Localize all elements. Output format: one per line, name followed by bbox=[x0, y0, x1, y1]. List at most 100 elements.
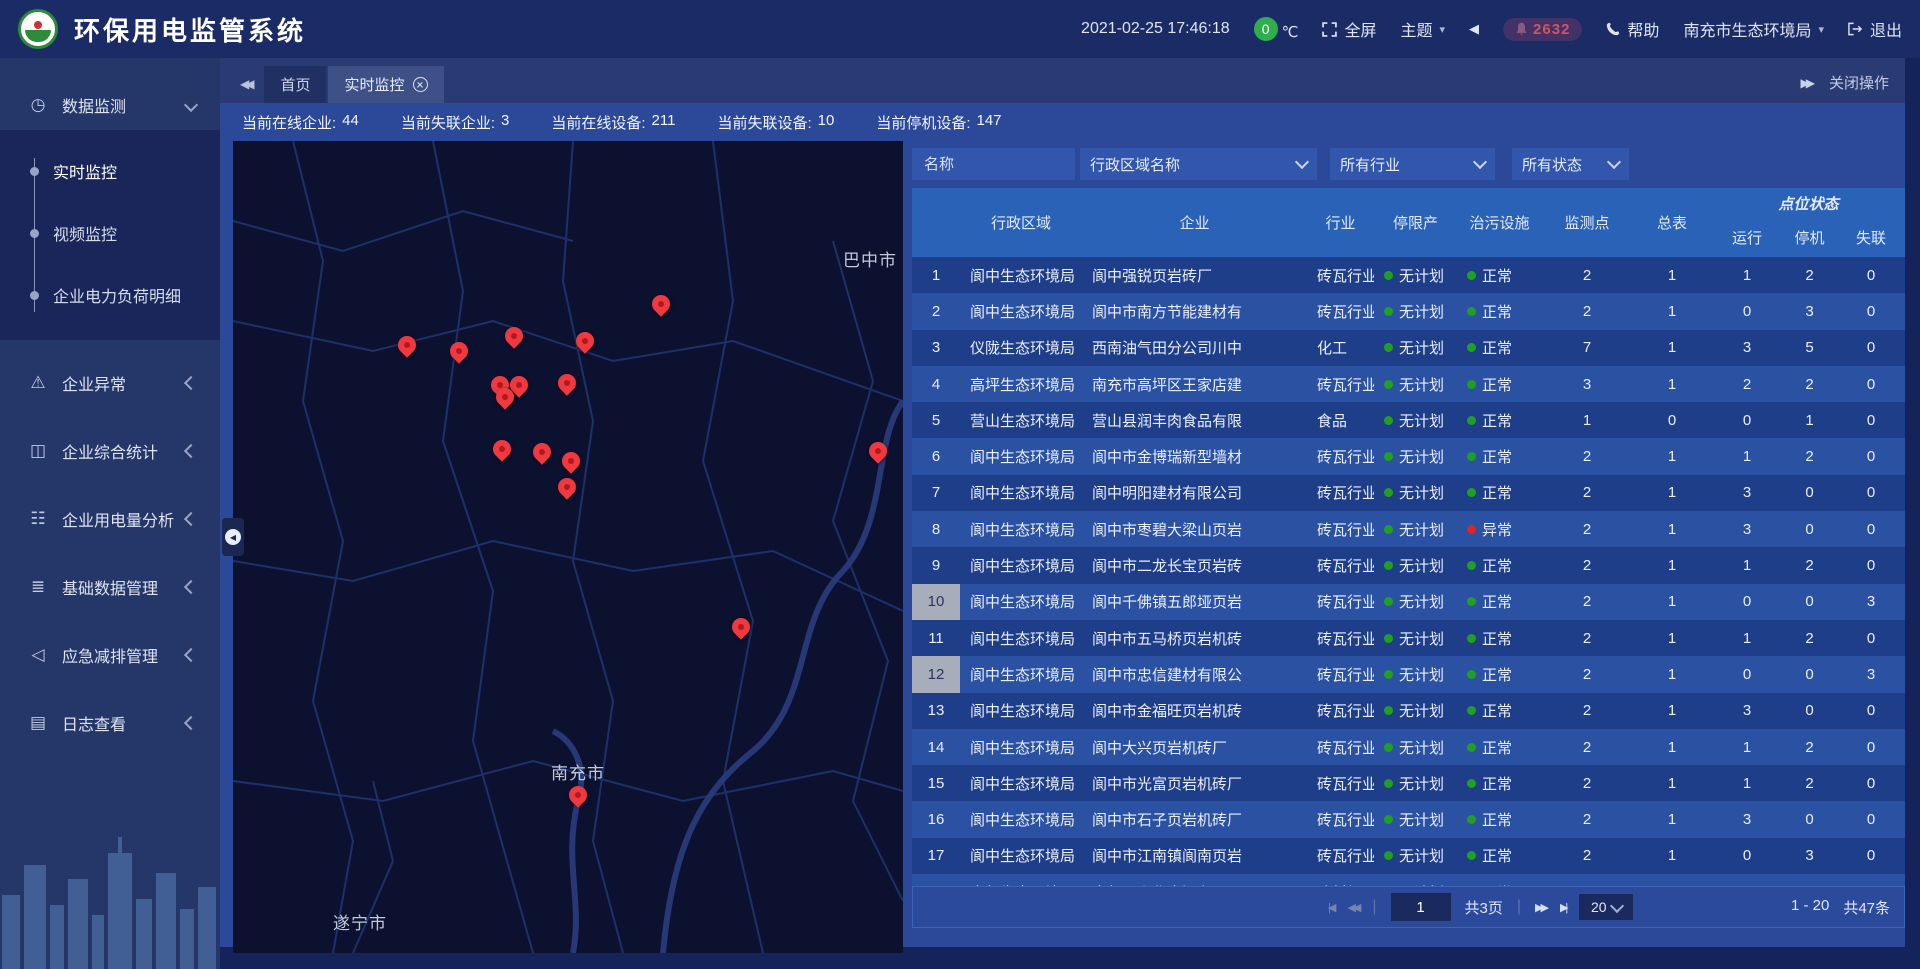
tab-scroll-left-icon[interactable]: ◀◀ bbox=[240, 77, 250, 91]
table-header: 行政区域 企业 行业 停限产 治污设施 监测点 总表 点位状态 运行 停机 失联 bbox=[912, 188, 1905, 257]
table-row[interactable]: 4高坪生态环境局南充市高坪区王家店建砖瓦行业无计划正常31220 bbox=[912, 366, 1905, 402]
sidebar-submenu: 实时监控视频监控企业电力负荷明细 bbox=[0, 130, 220, 340]
status-dot-icon bbox=[1467, 706, 1476, 715]
status-dot-icon bbox=[1384, 452, 1393, 461]
close-operations-button[interactable]: 关闭操作 bbox=[1829, 72, 1889, 93]
cell-meter-count: 1 bbox=[1632, 765, 1712, 801]
sidebar-item[interactable]: ⚠企业异常 bbox=[0, 358, 220, 408]
table-row[interactable]: 6阆中生态环境局阆中市金博瑞新型墙材砖瓦行业无计划正常21120 bbox=[912, 438, 1905, 474]
table-row[interactable]: 5营山生态环境局营山县润丰肉食品有限食品无计划正常10010 bbox=[912, 402, 1905, 438]
industry-select-value: 所有行业 bbox=[1340, 154, 1400, 175]
cell-region: 阆中生态环境局 bbox=[960, 257, 1082, 293]
sidebar-item[interactable]: ◷数据监测 bbox=[0, 80, 220, 130]
stat-label: 当前失联企业: bbox=[401, 112, 495, 133]
cell-lost-count: 0 bbox=[1837, 765, 1905, 801]
cell-run-count: 0 bbox=[1712, 293, 1782, 329]
fullscreen-button[interactable]: 全屏 bbox=[1322, 17, 1376, 41]
layers-icon: ≣ bbox=[26, 577, 50, 597]
org-dropdown[interactable]: 南充市生态环境局 ▾ bbox=[1683, 17, 1824, 41]
status-dot-icon bbox=[1467, 525, 1476, 534]
name-search-input-box[interactable] bbox=[912, 148, 1075, 180]
table-row[interactable]: 15阆中生态环境局阆中市光富页岩机砖厂砖瓦行业无计划正常21120 bbox=[912, 765, 1905, 801]
cell-plan-status: 无计划 bbox=[1374, 475, 1457, 511]
sidebar-item[interactable]: ◫企业综合统计 bbox=[0, 426, 220, 476]
help-button[interactable]: 帮助 bbox=[1606, 17, 1659, 41]
map[interactable]: 巴中市南充市遂宁市 bbox=[233, 141, 903, 953]
cell-run-count: 3 bbox=[1712, 475, 1782, 511]
table-row[interactable]: 1阆中生态环境局阆中强锐页岩砖厂砖瓦行业无计划正常21120 bbox=[912, 257, 1905, 293]
status-select[interactable]: 所有状态 bbox=[1512, 148, 1629, 180]
table-row[interactable]: 2阆中生态环境局阆中市南方节能建材有砖瓦行业无计划正常21030 bbox=[912, 293, 1905, 329]
close-icon[interactable] bbox=[413, 77, 428, 92]
cell-stop-count: 0 bbox=[1782, 584, 1837, 620]
tab-home[interactable]: 首页 bbox=[264, 66, 326, 103]
stat-item: 当前停机设备:147 bbox=[876, 112, 1001, 133]
cell-facility-status: 正常 bbox=[1457, 656, 1542, 692]
stat-value: 211 bbox=[652, 112, 676, 133]
cell-facility-status: 正常 bbox=[1457, 801, 1542, 837]
sidebar-item[interactable]: ▤日志查看 bbox=[0, 698, 220, 748]
cell-lost-count: 0 bbox=[1837, 293, 1905, 329]
cell-monitor-count: 2 bbox=[1542, 620, 1632, 656]
table-row[interactable]: 3仪陇生态环境局西南油气田分公司川中化工无计划正常71350 bbox=[912, 330, 1905, 366]
tab-scroll-right-icon[interactable]: ▶▶ bbox=[1801, 76, 1811, 90]
table-row[interactable]: 13阆中生态环境局阆中市金福旺页岩机砖砖瓦行业无计划正常21300 bbox=[912, 693, 1905, 729]
table-row[interactable]: 9阆中生态环境局阆中市二龙长宝页岩砖砖瓦行业无计划正常21120 bbox=[912, 547, 1905, 583]
logout-button[interactable]: 退出 bbox=[1848, 17, 1902, 41]
bullet-icon bbox=[30, 291, 39, 300]
sidebar-item[interactable]: ≣基础数据管理 bbox=[0, 562, 220, 612]
table-row[interactable]: 17阆中生态环境局阆中市江南镇阆南页岩砖瓦行业无计划正常21030 bbox=[912, 838, 1905, 874]
cell-meter-count: 1 bbox=[1632, 511, 1712, 547]
sidebar-subitem[interactable]: 实时监控 bbox=[0, 140, 220, 202]
table-row[interactable]: 14阆中生态环境局阆中大兴页岩机砖厂砖瓦行业无计划正常21120 bbox=[912, 729, 1905, 765]
notification-badge[interactable]: 2632 bbox=[1503, 18, 1582, 41]
cell-plan-status: 无计划 bbox=[1374, 293, 1457, 329]
column-lost: 失联 bbox=[1837, 218, 1905, 257]
table-row[interactable]: 10阆中生态环境局阆中千佛镇五郎垭页岩砖瓦行业无计划正常21003 bbox=[912, 584, 1905, 620]
group-label: 点位状态 bbox=[1712, 188, 1905, 218]
status-dot-icon bbox=[1384, 779, 1393, 788]
cell-plan-status: 无计划 bbox=[1374, 620, 1457, 656]
name-search-input[interactable] bbox=[922, 155, 1065, 174]
cell-plan-status: 无计划 bbox=[1374, 547, 1457, 583]
tab-realtime-monitor[interactable]: 实时监控 bbox=[328, 66, 443, 103]
stat-label: 当前失联设备: bbox=[717, 112, 811, 133]
sidebar-subitem[interactable]: 视频监控 bbox=[0, 202, 220, 264]
region-select[interactable]: 行政区域名称 bbox=[1080, 148, 1317, 180]
column-index bbox=[912, 188, 960, 257]
bell-icon bbox=[1515, 22, 1528, 36]
sidebar-collapse-handle[interactable]: ◀ bbox=[222, 518, 244, 556]
cell-industry: 砖瓦行业 bbox=[1307, 656, 1374, 692]
sidebar-item[interactable]: ◁应急减排管理 bbox=[0, 630, 220, 680]
table-row[interactable]: 7阆中生态环境局阆中明阳建材有限公司砖瓦行业无计划正常21300 bbox=[912, 475, 1905, 511]
table-row[interactable]: 12阆中生态环境局阆中市忠信建材有限公砖瓦行业无计划正常21003 bbox=[912, 656, 1905, 692]
cell-region: 阆中生态环境局 bbox=[960, 511, 1082, 547]
row-number: 7 bbox=[912, 475, 960, 511]
table-row[interactable]: 18南部生态环境局南部县砌华水泥有限公建材加工无计划正常 bbox=[912, 874, 1905, 886]
page-size-select[interactable]: 20 bbox=[1579, 894, 1633, 920]
cell-meter-count: 1 bbox=[1632, 257, 1712, 293]
speaker-icon[interactable]: ◀ bbox=[1469, 21, 1479, 37]
table-row[interactable]: 11阆中生态环境局阆中市五马桥页岩机砖砖瓦行业无计划正常21120 bbox=[912, 620, 1905, 656]
last-page-icon[interactable]: ▶| bbox=[1560, 901, 1565, 914]
table-row[interactable]: 16阆中生态环境局阆中市石子页岩机砖厂砖瓦行业无计划正常21300 bbox=[912, 801, 1905, 837]
theme-button[interactable]: 主题 ▾ bbox=[1401, 17, 1446, 41]
plan-text: 无计划 bbox=[1399, 482, 1444, 503]
prev-page-icon[interactable]: ◀◀ bbox=[1347, 901, 1358, 914]
cell-monitor-count: 2 bbox=[1542, 801, 1632, 837]
region-select-value: 行政区域名称 bbox=[1090, 154, 1180, 175]
sidebar-item[interactable]: ☷企业用电量分析 bbox=[0, 494, 220, 544]
page-number-input[interactable] bbox=[1391, 893, 1451, 921]
cell-industry: 砖瓦行业 bbox=[1307, 801, 1374, 837]
first-page-icon[interactable]: |◀ bbox=[1328, 901, 1333, 914]
stat-item: 当前失联企业:3 bbox=[401, 112, 510, 133]
table-row[interactable]: 8阆中生态环境局阆中市枣碧大梁山页岩砖瓦行业无计划异常21300 bbox=[912, 511, 1905, 547]
stat-label: 当前停机设备: bbox=[876, 112, 970, 133]
sidebar-subitem[interactable]: 企业电力负荷明细 bbox=[0, 264, 220, 326]
status-dot-icon bbox=[1467, 851, 1476, 860]
next-page-icon[interactable]: ▶▶ bbox=[1535, 901, 1546, 914]
sidebar-item-label: 日志查看 bbox=[62, 711, 186, 735]
status-dot-icon bbox=[1467, 597, 1476, 606]
industry-select[interactable]: 所有行业 bbox=[1330, 148, 1495, 180]
chevron-down-icon bbox=[1610, 898, 1624, 912]
